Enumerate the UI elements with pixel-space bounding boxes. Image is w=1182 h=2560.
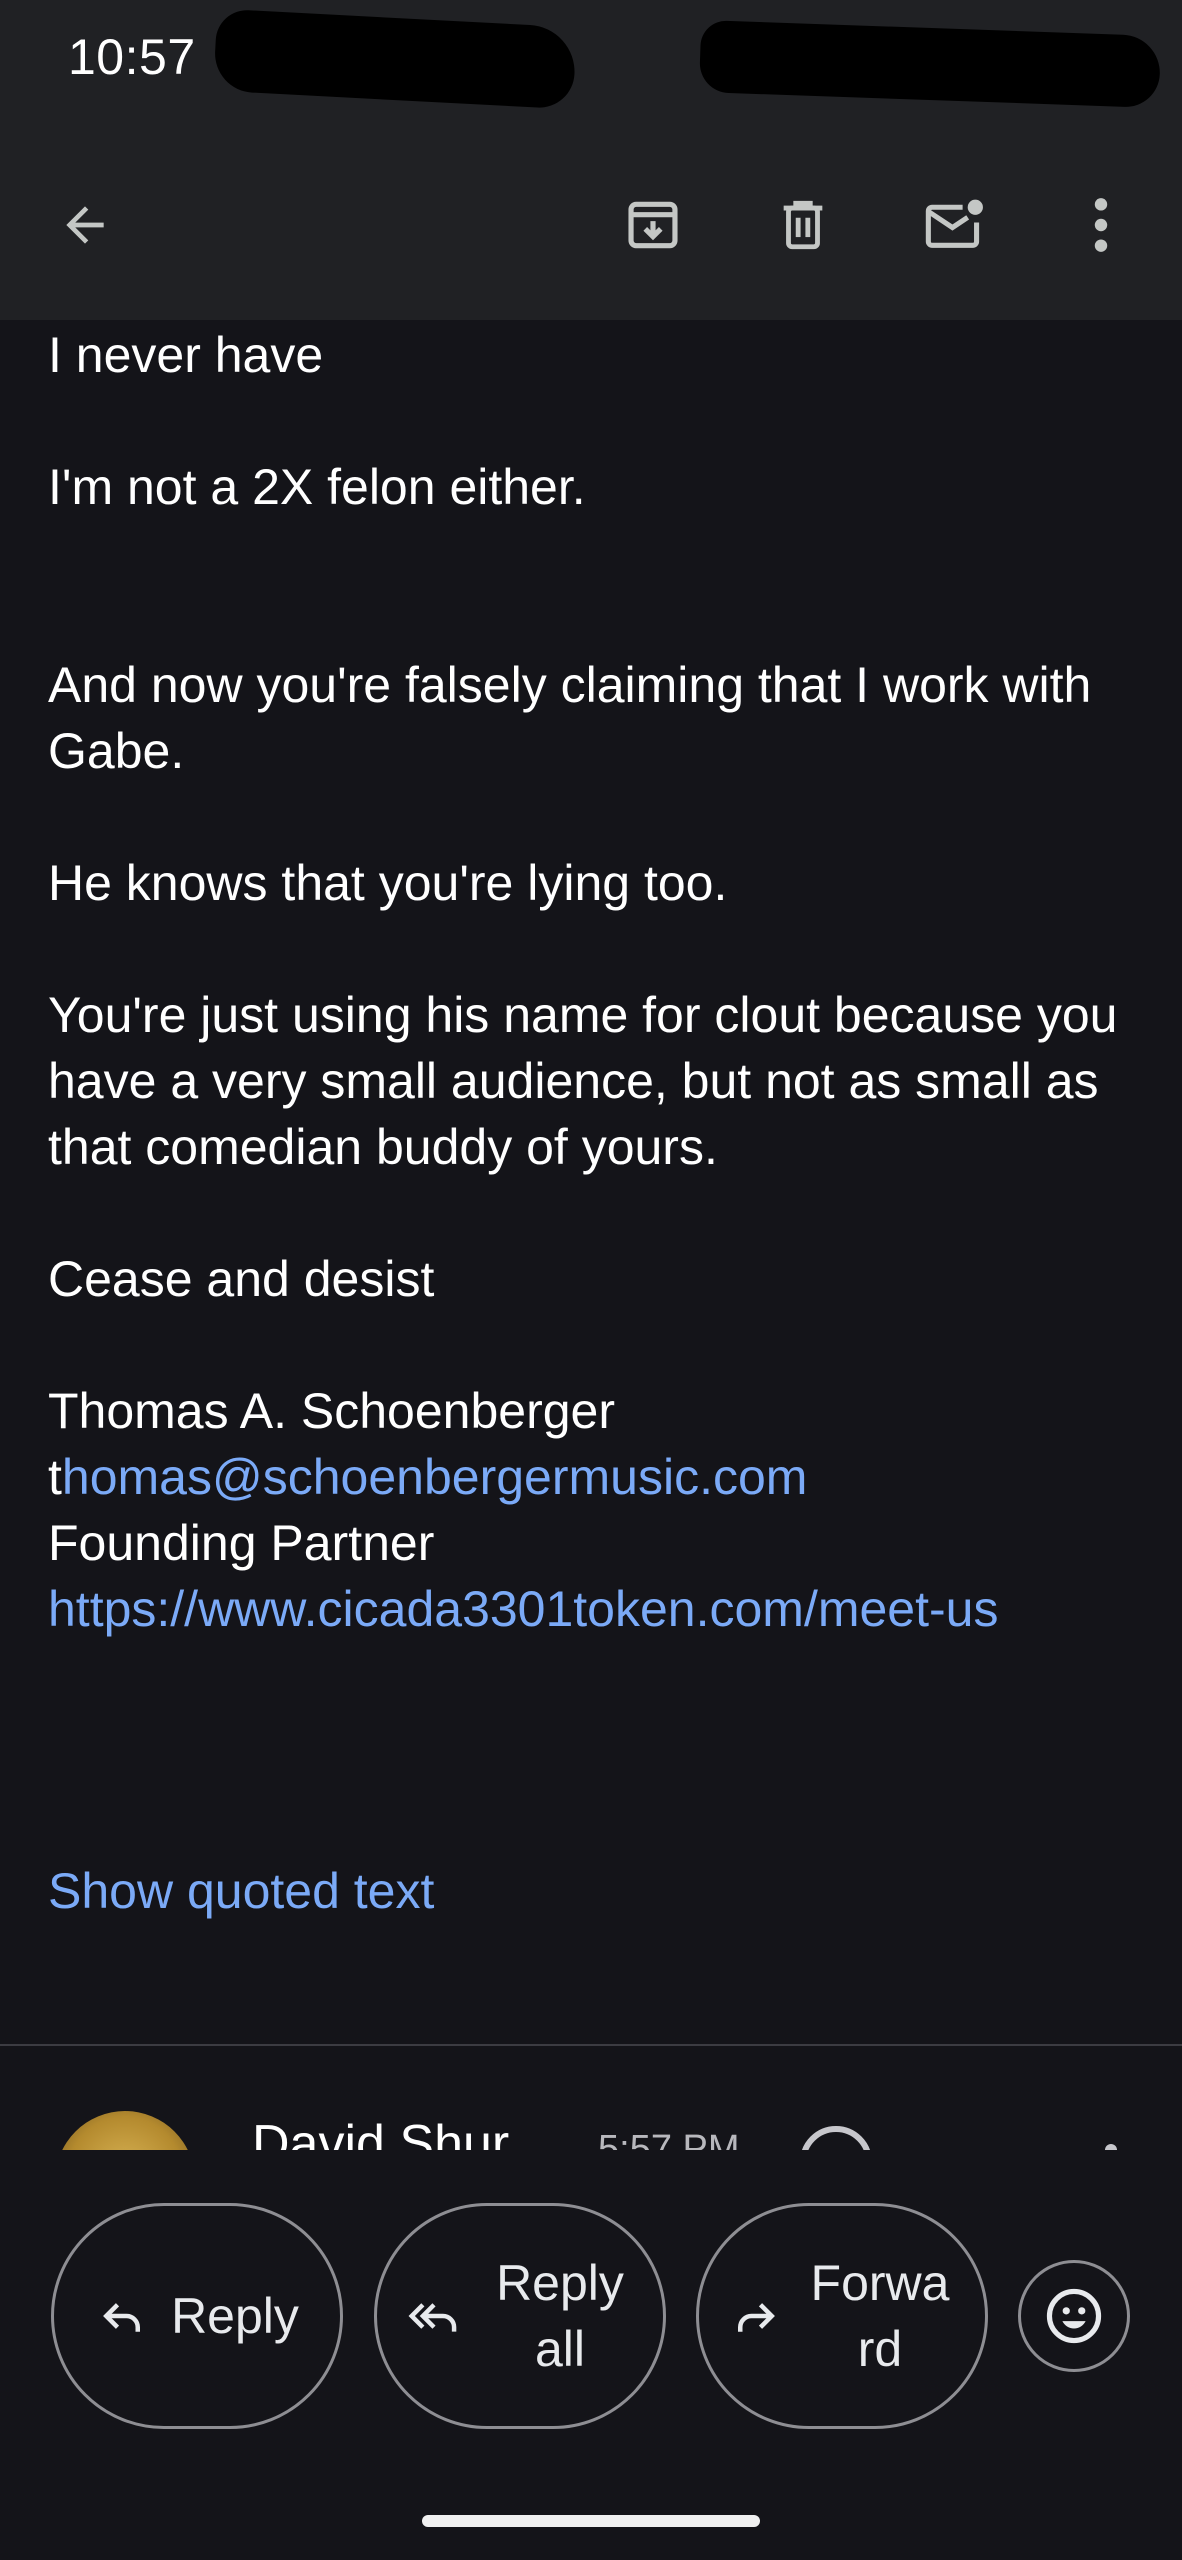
signature-email-link[interactable]: homas@schoenbergermusic.com [62, 1449, 808, 1505]
mark-unread-button[interactable] [910, 180, 1000, 270]
forward-button[interactable]: Forward [696, 2203, 988, 2429]
action-bar: Reply Reply all Forward [0, 2150, 1182, 2560]
back-button[interactable] [40, 180, 130, 270]
email-paragraph: Cease and desist [48, 1251, 435, 1307]
home-indicator[interactable] [422, 2515, 760, 2527]
reaction-icon[interactable] [800, 2126, 872, 2150]
show-quoted-text-link[interactable]: Show quoted text [48, 1858, 434, 1924]
next-message-time: 5:57 PM [598, 2128, 740, 2150]
signature-name: Thomas A. Schoenberger [48, 1383, 615, 1439]
reply-all-icon [408, 2303, 457, 2332]
forward-label: Forward [810, 2255, 950, 2377]
more-vert-icon [1094, 198, 1108, 252]
top-toolbar [0, 120, 1182, 320]
next-message-sender: David Shur [252, 2115, 510, 2150]
reply-all-button[interactable]: Reply all [374, 2203, 666, 2429]
archive-icon [628, 201, 678, 249]
signature-email-prefix: t [48, 1449, 62, 1505]
status-time: 10:57 [68, 29, 196, 85]
reply-button[interactable]: Reply [51, 2203, 343, 2429]
status-bar: 10:57 [0, 0, 1182, 120]
arrow-left-icon [66, 206, 104, 244]
email-paragraph: I never have [48, 327, 324, 383]
archive-button[interactable] [608, 180, 698, 270]
email-paragraph: You're just using his name for clout bec… [48, 987, 1118, 1175]
signature: Thomas A. Schoenberger thomas@schoenberg… [48, 1378, 1138, 1642]
email-paragraph: And now you're falsely claiming that I w… [48, 657, 1092, 779]
email-body: I never have I'm not a 2X felon either. … [48, 322, 1138, 1642]
next-message-header[interactable]: David Shur 5:57 PM [0, 2046, 1182, 2150]
reply-label: Reply [171, 2288, 299, 2344]
email-paragraph: I'm not a 2X felon either. [48, 459, 586, 515]
forward-icon [738, 2303, 775, 2332]
emoji-icon [1046, 2288, 1102, 2344]
trash-icon [783, 200, 823, 250]
reply-all-label: Reply all [496, 2255, 624, 2377]
reply-icon [103, 2303, 141, 2332]
redaction-mark [213, 8, 577, 110]
email-paragraph: He knows that you're lying too. [48, 855, 728, 911]
signature-email: thomas@schoenbergermusic.com [48, 1444, 1138, 1510]
avatar [55, 2111, 195, 2150]
redaction-mark [698, 19, 1162, 109]
delete-button[interactable] [758, 180, 848, 270]
signature-title: Founding Partner [48, 1515, 435, 1571]
more-options-button[interactable] [1056, 180, 1146, 270]
signature-url-link[interactable]: https://www.cicada3301token.com/meet-us [48, 1576, 1138, 1642]
emoji-reaction-button[interactable] [1018, 2260, 1130, 2372]
mark-unread-icon [925, 199, 983, 248]
